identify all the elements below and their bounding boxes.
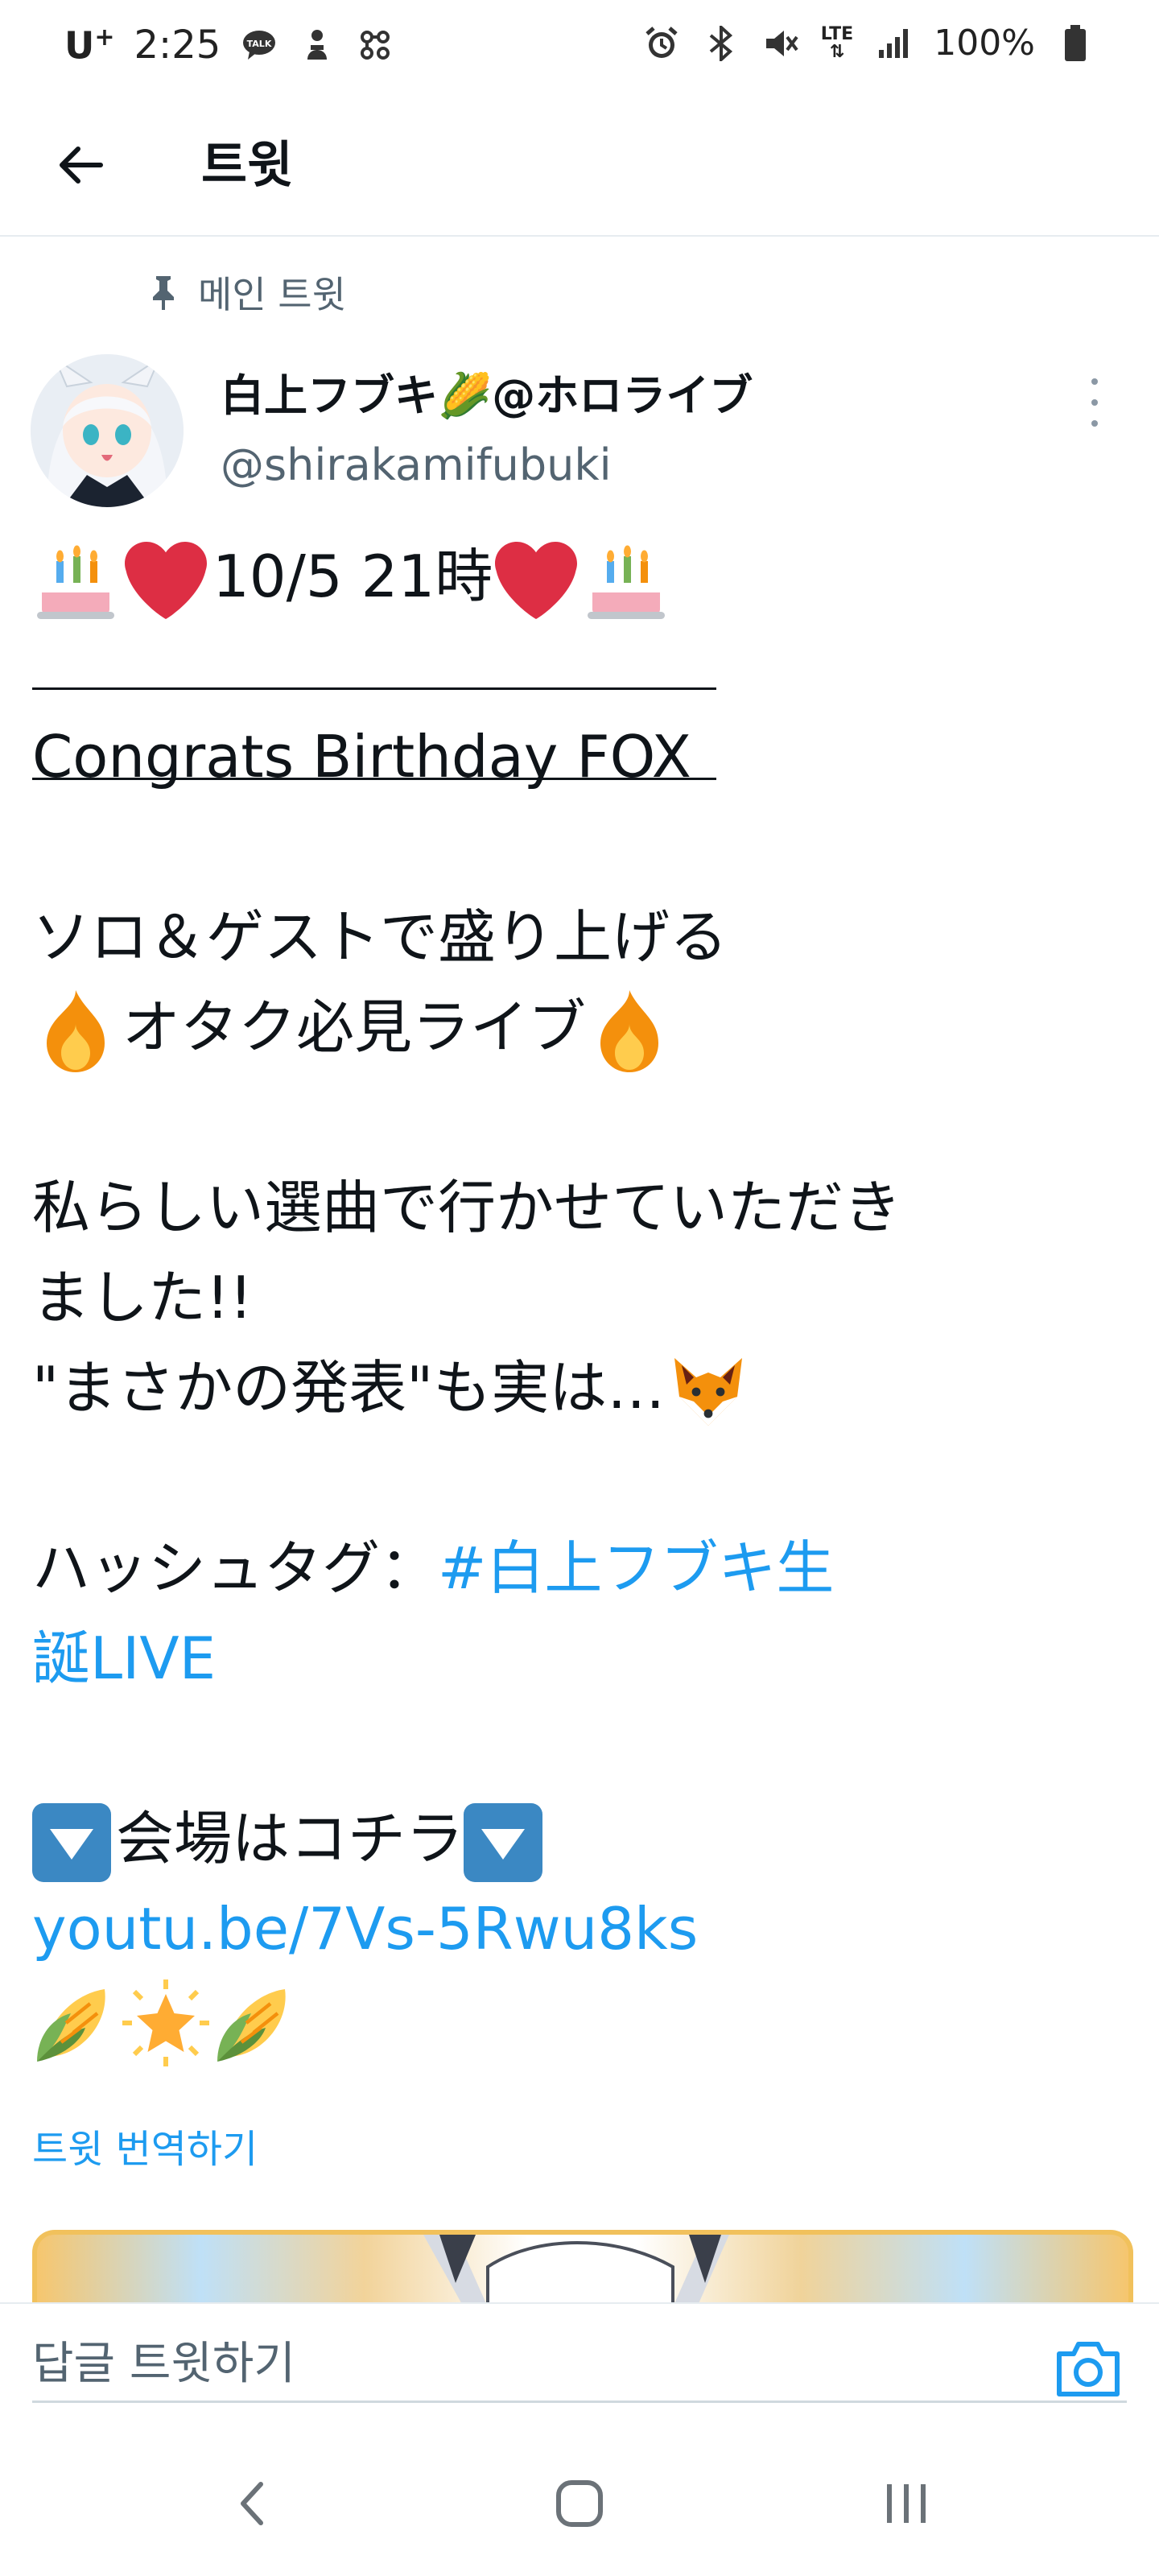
hashtag-line: ハッシュタグ：#白上フブキ生 — [32, 1523, 1127, 1613]
hashtag-link-continued[interactable]: 誕LIVE — [32, 1624, 216, 1692]
back-button[interactable] — [45, 129, 118, 201]
more-vertical-icon — [1091, 378, 1098, 385]
tweet-line: ソロ＆ゲストで盛り上げる — [32, 903, 728, 971]
reply-bar: 답글 트윗하기 — [0, 2302, 1159, 2425]
avatar[interactable] — [31, 354, 184, 507]
tweet-line-date: 10/5 21時 — [32, 531, 1127, 621]
fire-icon — [47, 990, 105, 1073]
fox-icon — [674, 1358, 743, 1426]
home-icon — [556, 2480, 603, 2527]
corn-icon — [217, 1989, 286, 2062]
battery-percent: 100% — [934, 23, 1035, 64]
birthday-cake-icon — [37, 545, 114, 620]
battery-icon — [1056, 24, 1095, 63]
status-bar: U+ 2:25 TALK LTE ⇅ 100% — [0, 0, 1159, 97]
carrier-label: U+ — [64, 23, 115, 68]
page-title: 트윗 — [201, 135, 294, 194]
notification-icon — [298, 26, 336, 64]
app-bar: 트윗 — [0, 97, 1159, 237]
camera-icon — [1057, 2342, 1120, 2396]
tweet-line: 私らしい選曲で行かせていただき — [32, 1174, 902, 1241]
down-triangle-box-icon — [464, 1803, 543, 1883]
fire-icon — [600, 990, 659, 1073]
red-heart-icon — [495, 542, 578, 620]
nav-home-button[interactable] — [547, 2471, 612, 2536]
birthday-cake-icon — [588, 545, 666, 620]
lte-indicator: LTE ⇅ — [820, 23, 854, 62]
system-nav-bar — [0, 2423, 1159, 2576]
talk-icon: TALK — [240, 26, 278, 64]
pin-icon — [153, 276, 174, 310]
recents-icon — [887, 2484, 926, 2523]
pinned-label: 메인 트윗 — [150, 266, 346, 319]
divider-bottom — [32, 778, 716, 780]
fire-line-text: オタク必見ライブ — [122, 993, 587, 1061]
camera-button[interactable] — [1054, 2336, 1122, 2401]
tweet-line-fire: オタク必見ライブ — [32, 982, 1127, 1073]
red-heart-icon — [125, 542, 207, 620]
author-name[interactable]: 白上フブキ🌽@ホロライブ — [221, 364, 753, 428]
translate-tweet-link[interactable]: 트윗 번역하기 — [32, 2117, 258, 2182]
glowing-star-icon — [122, 1979, 209, 2067]
youtube-link[interactable]: youtu.be/7Vs-5Rwu8ks — [32, 1895, 698, 1963]
media-image[interactable] — [32, 2230, 1133, 2307]
venue-line: 会場はコチラ — [32, 1794, 1127, 1884]
svg-text:TALK: TALK — [247, 39, 272, 49]
hashtag-link[interactable]: #白上フブキ生 — [438, 1534, 834, 1602]
clock: 2:25 — [134, 23, 221, 68]
vibrate-mute-icon — [761, 24, 800, 63]
divider-top — [32, 687, 716, 690]
tweet-line: ました!! — [32, 1264, 253, 1331]
bluetooth-icon — [702, 24, 740, 63]
venue-text: 会場はコチラ — [116, 1805, 464, 1872]
hashtag-prefix: ハッシュタグ： — [32, 1534, 439, 1602]
chevron-left-icon — [241, 2482, 263, 2525]
tweet-line-fox: "まさかの発表"も実は… — [32, 1343, 1127, 1433]
arrow-left-icon — [60, 147, 103, 184]
corn-icon — [37, 1989, 105, 2062]
alarm-icon — [642, 24, 681, 63]
announcement-text: "まさかの発表"も実は… — [32, 1354, 666, 1422]
network-icon — [356, 26, 394, 64]
date-text: 10/5 21時 — [212, 543, 493, 610]
down-triangle-box-icon — [32, 1803, 111, 1883]
more-options-button[interactable] — [1079, 378, 1111, 427]
pinned-text: 메인 트윗 — [198, 273, 346, 316]
signal-icon — [874, 24, 913, 63]
emoji-line — [32, 1974, 1127, 2067]
nav-back-button[interactable] — [221, 2471, 285, 2536]
reply-input[interactable]: 답글 트윗하기 — [32, 2328, 1127, 2403]
author-handle[interactable]: @shirakamifubuki — [221, 433, 612, 497]
nav-recents-button[interactable] — [874, 2471, 938, 2536]
headline-text: Congrats Birthday FOX — [32, 723, 691, 791]
tweet-text: 10/5 21時 Congrats Birthday FOX ソロ＆ゲストで盛り… — [32, 531, 1127, 2067]
